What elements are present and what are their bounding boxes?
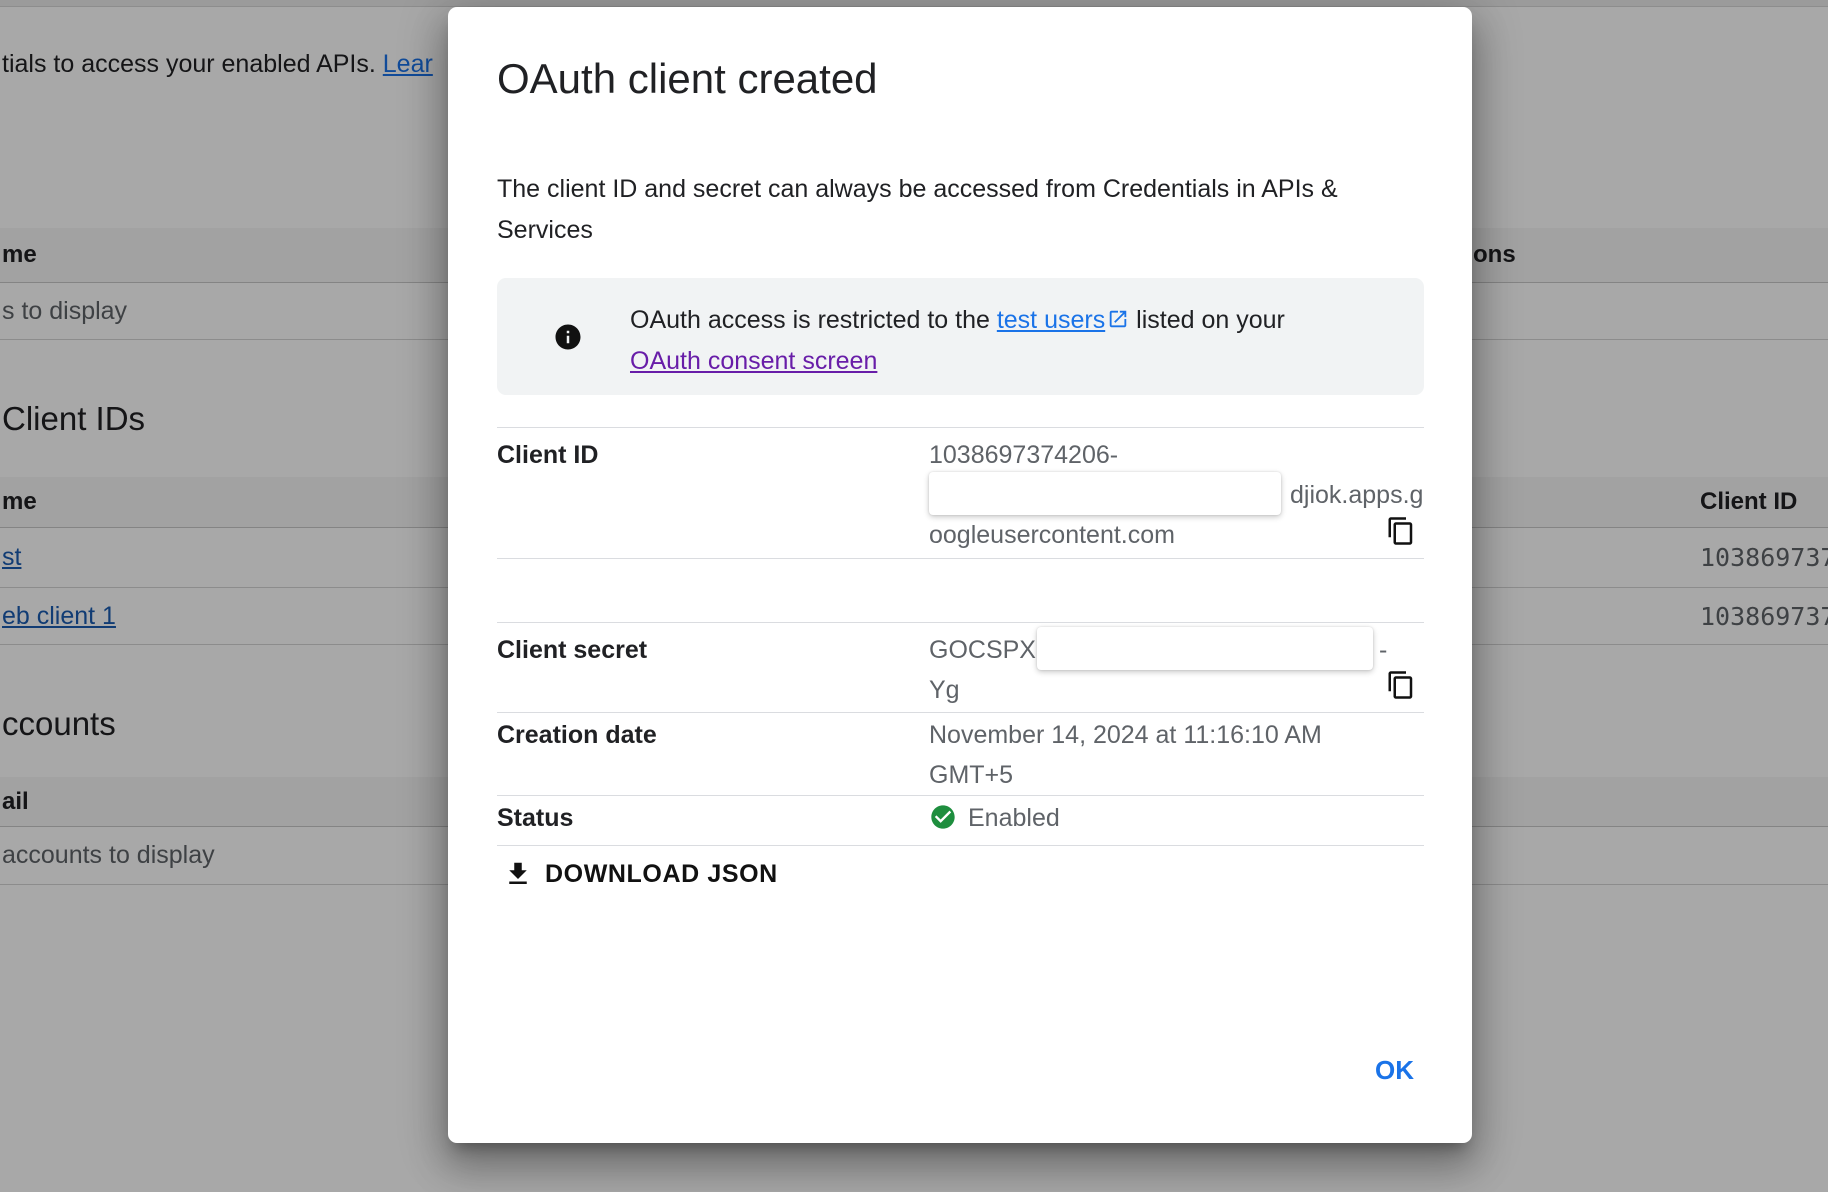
- download-icon: [503, 859, 533, 889]
- test-users-link[interactable]: test users: [997, 306, 1105, 334]
- copy-client-secret-button[interactable]: [1384, 669, 1418, 703]
- divider: [497, 795, 1424, 796]
- dialog-subtitle: The client ID and secret can always be a…: [497, 169, 1382, 251]
- infobox-text-before: OAuth access is restricted to the: [630, 306, 997, 334]
- status-badge: Enabled: [968, 804, 1060, 833]
- download-json-label: DOWNLOAD JSON: [545, 860, 778, 889]
- copy-icon: [1386, 670, 1416, 700]
- divider: [497, 427, 1424, 428]
- infobox-text-after: listed on your: [1129, 306, 1285, 334]
- copy-icon: [1386, 516, 1416, 546]
- test-users-infobox: OAuth access is restricted to the test u…: [497, 278, 1424, 395]
- external-link-icon: [1107, 308, 1129, 330]
- divider: [497, 712, 1424, 713]
- divider: [497, 558, 1424, 559]
- divider: [497, 622, 1424, 623]
- client-secret-dash: -: [1379, 630, 1387, 670]
- check-circle-icon: [929, 803, 957, 831]
- status-label: Status: [497, 804, 573, 833]
- creation-date-label: Creation date: [497, 721, 657, 750]
- oauth-client-created-dialog: OAuth client created The client ID and s…: [448, 7, 1472, 1143]
- client-id-line2-suffix: djiok.apps.g: [1290, 475, 1423, 515]
- client-secret-value: GOCSPX- - Yg: [929, 630, 1429, 710]
- client-secret-label: Client secret: [497, 636, 647, 665]
- oauth-consent-screen-link[interactable]: OAuth consent screen: [630, 347, 877, 375]
- info-icon: [553, 322, 583, 352]
- client-id-line3: oogleusercontent.com: [929, 515, 1429, 555]
- client-id-value: 1038697374206- djiok.apps.g oogleusercon…: [929, 435, 1429, 555]
- divider: [497, 845, 1424, 846]
- download-json-button[interactable]: DOWNLOAD JSON: [503, 859, 778, 889]
- creation-date-value: November 14, 2024 at 11:16:10 AM GMT+5: [929, 715, 1379, 795]
- client-id-label: Client ID: [497, 441, 598, 470]
- client-secret-redaction: [1037, 627, 1373, 670]
- client-id-redaction: [929, 472, 1281, 515]
- client-secret-prefix: GOCSPX-: [929, 630, 1044, 670]
- client-id-line1: 1038697374206-: [929, 435, 1429, 475]
- copy-client-id-button[interactable]: [1384, 515, 1418, 549]
- client-secret-line2: Yg: [929, 670, 1429, 710]
- ok-button[interactable]: OK: [1357, 1045, 1432, 1096]
- dialog-title: OAuth client created: [497, 55, 878, 103]
